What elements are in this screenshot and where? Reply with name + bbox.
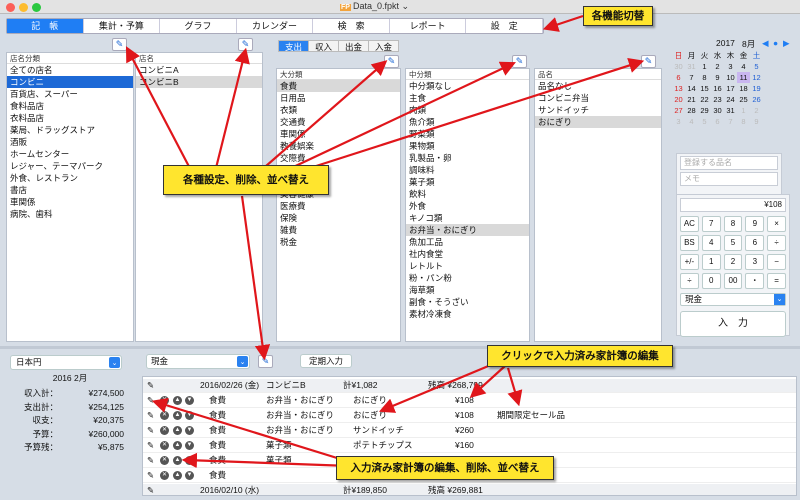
- arrow-to-middle-edit: [269, 61, 516, 179]
- arrow-to-tabs: [542, 14, 584, 32]
- arrow-to-major-edit: [249, 60, 388, 181]
- arrow-to-item-edit: [284, 58, 645, 178]
- arrow-to-row-icons: [151, 397, 351, 464]
- arrow-to-store-category-edit: [125, 46, 196, 179]
- arrow-to-account-edit: [240, 195, 271, 361]
- arrow-to-store-edit: [213, 47, 250, 173]
- annotation-arrows: [125, 14, 645, 469]
- callout-click-edit: クリックで入力済み家計簿の編集: [487, 345, 673, 367]
- arrow-to-item-cell: [378, 360, 499, 413]
- arrow-to-sort-icons: [181, 452, 351, 469]
- callout-ledger-edit: 入力済み家計簿の編集、削除、並べ替え: [336, 456, 554, 480]
- arrow-to-memo-cell: [506, 367, 523, 407]
- callout-settings: 各種設定、削除、並べ替え: [163, 165, 329, 195]
- callout-tabs: 各機能切替: [583, 6, 653, 26]
